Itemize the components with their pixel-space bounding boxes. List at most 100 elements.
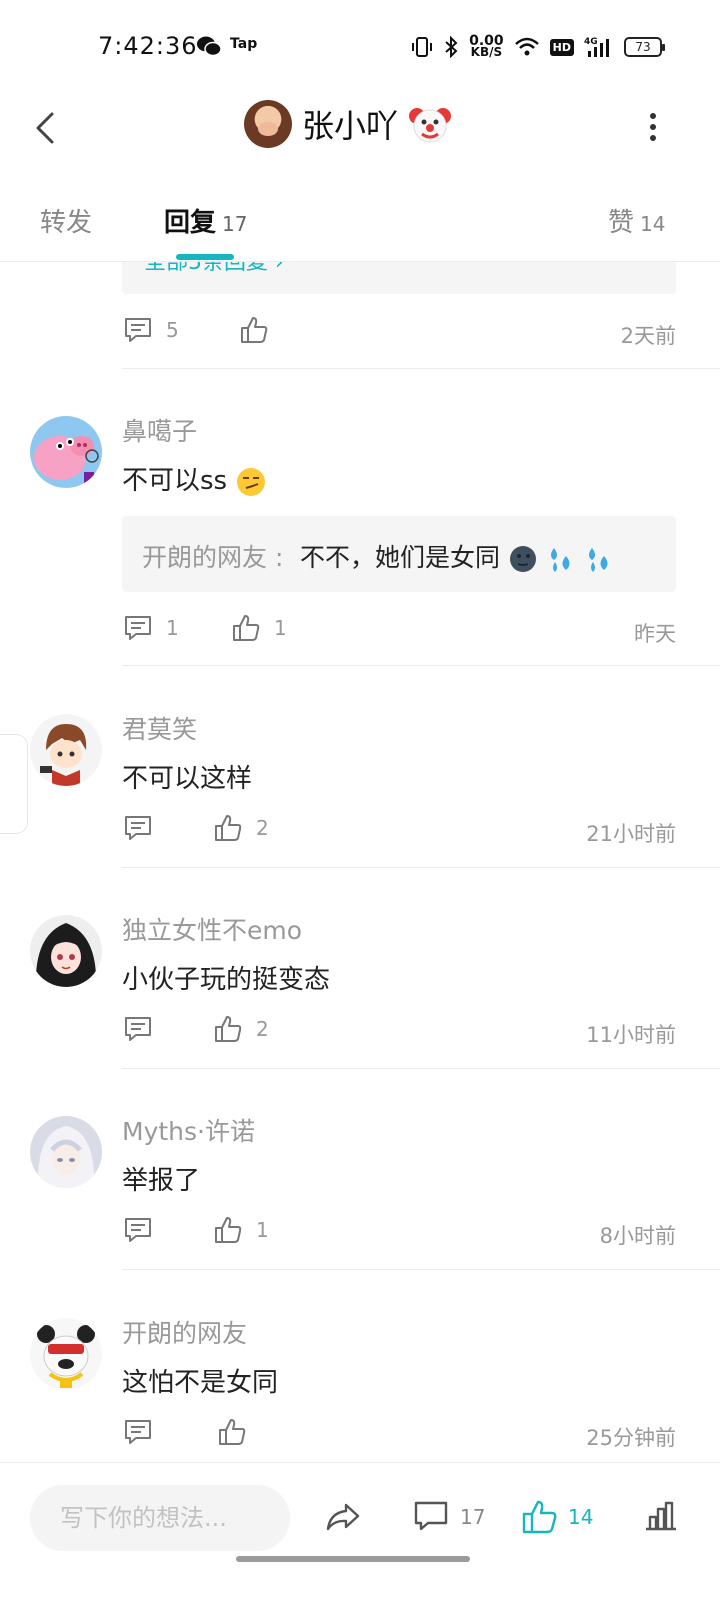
sweat-droplets-emoji-icon [550,548,570,572]
like-post-button[interactable]: 14 [520,1499,593,1535]
like-button[interactable]: 1 [212,1214,269,1246]
reply-count: 5 [166,318,179,342]
likes-count: 14 [568,1505,594,1529]
comment-divider [122,665,720,666]
comment-bubble-icon [414,1501,448,1531]
bottom-action-bar: 17 14 [0,1462,720,1600]
tab-replies-label: 回复 [164,208,217,238]
status-right-group: 0.00 KB/S HD 4G 73 [411,32,665,62]
comment-time: 11小时前 [586,1023,676,1047]
reply-button[interactable]: 5 [122,314,179,346]
reply-button[interactable] [122,1214,154,1246]
comment-actions: 2 11小时前 [122,1013,676,1053]
comment-time: 2天前 [620,324,676,348]
smirk-emoji-icon [237,467,266,496]
stats-button[interactable] [642,1499,680,1535]
new-moon-face-emoji-icon [509,546,536,572]
user-avatar[interactable] [30,714,102,786]
clown-emoji-icon [409,108,452,143]
comment-actions: 1 1 昨天 [122,612,676,652]
reply-button[interactable]: 1 [122,612,179,644]
comment-icon [125,1017,151,1041]
side-drawer-handle[interactable] [0,734,28,834]
expand-replies-link[interactable]: 全部5条回复 › [144,262,284,276]
comment-time: 21小时前 [586,822,676,846]
comment-text: 这怕不是女同 [122,1368,279,1398]
user-avatar[interactable] [30,915,102,987]
user-avatar[interactable] [30,1318,102,1390]
nested-reply-user[interactable]: 开朗的网友 : [142,538,283,574]
reply-button[interactable] [122,1416,154,1448]
thumbs-up-icon [522,1500,557,1534]
expand-replies-box[interactable]: 全部5条回复 › [122,262,676,294]
nested-reply-text-row: 不不，她们是女同 [300,538,614,574]
like-count: 1 [274,616,287,640]
tab-likes-label: 赞 [608,208,635,238]
comment-actions: 2 21小时前 [122,812,676,852]
thumbs-up-icon [215,1217,242,1243]
thumbs-up-icon [215,815,242,841]
status-time: 7:42:36 [98,32,198,60]
comment-text-row: 不可以ss [122,460,267,498]
comment-icon [125,318,151,342]
tab-replies[interactable]: 回复 17 [164,202,247,239]
tab-likes[interactable]: 赞 14 [608,202,665,239]
comment-username[interactable]: 独立女性不emo [122,911,302,947]
tab-likes-count: 14 [640,212,666,236]
like-button[interactable] [216,1416,248,1448]
like-count: 2 [256,1017,269,1041]
comments-button[interactable]: 17 [412,1499,485,1535]
comment-divider [122,867,720,868]
more-menu-icon[interactable] [646,110,660,146]
share-arrow-icon [326,1503,360,1531]
comment-text: 举报了 [122,1166,201,1196]
back-arrow-icon[interactable] [30,108,60,148]
reply-button[interactable] [122,1013,154,1045]
comment-input[interactable] [30,1485,290,1551]
wifi-icon [514,37,539,56]
home-indicator[interactable] [236,1556,470,1562]
top-header: 张小吖 [0,90,720,170]
tab-bar: 转发 回复 17 赞 14 [0,170,720,262]
like-button[interactable]: 2 [212,1013,269,1045]
like-button[interactable]: 1 [230,612,287,644]
bluetooth-icon [445,36,458,58]
author-avatar[interactable] [244,100,292,148]
comment-username[interactable]: 君莫笑 [122,710,197,746]
reply-button[interactable] [122,812,154,844]
wechat-icon [197,36,222,57]
active-tab-indicator [176,254,234,260]
thumbs-up-icon [241,317,268,343]
user-avatar[interactable] [30,1116,102,1188]
author-name: 张小吖 [302,107,399,145]
share-button[interactable] [324,1499,362,1535]
thumbs-up-icon [215,1016,242,1042]
sweat-droplets-emoji-icon [588,548,608,572]
like-button[interactable]: 2 [212,812,269,844]
comment-username[interactable]: 鼻噶子 [122,412,197,448]
comment-divider [122,1068,720,1069]
nested-reply[interactable]: 开朗的网友 : 不不，她们是女同 [122,516,676,592]
comment-actions: 25分钟前 [122,1416,676,1456]
comment-list[interactable]: 全部5条回复 › 5 2天前 鼻噶子 不可以ss 开朗的网友 : 不不，她们是女… [0,262,720,1462]
comment-time: 8小时前 [599,1224,676,1248]
nested-reply-text: 不不，她们是女同 [300,543,501,572]
comment-username[interactable]: Myths·许诺 [122,1112,255,1148]
comments-count: 17 [460,1505,486,1529]
thumbs-up-icon [219,1419,246,1445]
hd-badge: HD [549,38,574,56]
like-button[interactable] [238,314,270,346]
like-count: 2 [256,816,269,840]
post-author[interactable]: 张小吖 [244,100,452,148]
tab-reposts[interactable]: 转发 [40,202,92,239]
vibrate-icon [412,37,433,57]
comment-username[interactable]: 开朗的网友 [122,1314,247,1350]
comment-text: 不可以ss [122,466,228,496]
bar-chart-icon [646,1501,676,1531]
comment-icon [125,616,151,640]
comment-time: 25分钟前 [586,1426,676,1450]
reply-count: 1 [166,616,179,640]
svg-text:4G: 4G [584,37,598,47]
comment-text: 不可以这样 [122,764,253,794]
user-avatar[interactable] [30,416,102,488]
